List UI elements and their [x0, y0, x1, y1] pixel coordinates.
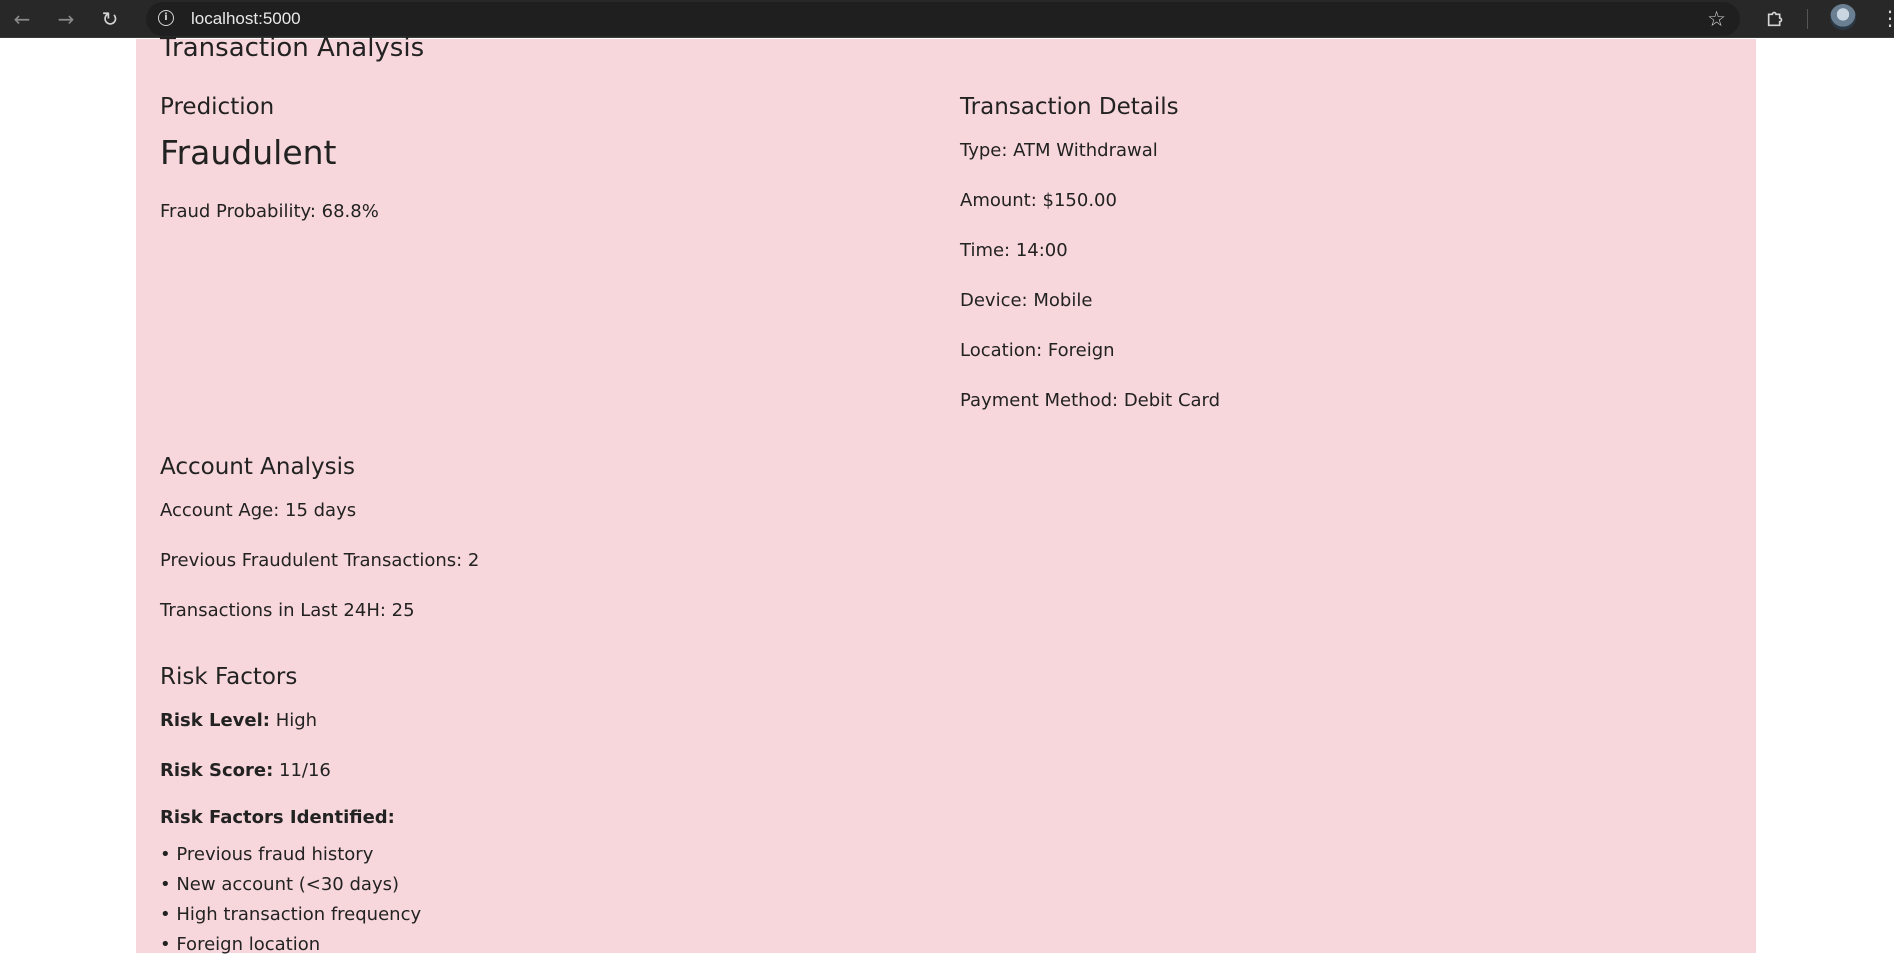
page-title: Transaction Analysis: [160, 33, 425, 63]
risk-level-label: Risk Level:: [160, 710, 270, 731]
detail-payment-method: Payment Method: Debit Card: [960, 390, 1221, 411]
forward-arrow-icon[interactable]: →: [54, 8, 78, 32]
detail-location: Location: Foreign: [960, 340, 1115, 361]
risk-factor-item: • New account (<30 days): [160, 874, 399, 895]
risk-factor-item: • Foreign location: [160, 934, 321, 955]
toolbar-divider: [1807, 9, 1808, 29]
risk-factors-heading: Risk Factors: [160, 664, 298, 690]
risk-score: Risk Score: 11/16: [160, 760, 331, 781]
transactions-last-24h: Transactions in Last 24H: 25: [160, 600, 415, 621]
url-text[interactable]: localhost:5000: [191, 8, 301, 30]
star-icon[interactable]: ☆: [1707, 6, 1726, 32]
transaction-details-heading: Transaction Details: [960, 94, 1179, 120]
risk-factor-item: • Previous fraud history: [160, 844, 374, 865]
info-icon[interactable]: i: [158, 10, 174, 26]
reload-icon[interactable]: ↻: [98, 8, 122, 32]
detail-time: Time: 14:00: [960, 240, 1068, 261]
analysis-panel: Transaction Analysis Prediction Fraudule…: [136, 33, 1756, 955]
risk-score-value: 11/16: [279, 760, 331, 781]
address-bar[interactable]: i localhost:5000 ☆: [146, 2, 1740, 36]
detail-type: Type: ATM Withdrawal: [960, 140, 1158, 161]
risk-level-value: High: [275, 710, 318, 731]
risk-level: Risk Level: High: [160, 710, 317, 731]
fraud-probability: Fraud Probability: 68.8%: [160, 201, 379, 222]
risk-score-label: Risk Score:: [160, 760, 274, 781]
account-analysis-heading: Account Analysis: [160, 454, 355, 480]
account-age: Account Age: 15 days: [160, 500, 357, 521]
risk-factors-identified-label: Risk Factors Identified:: [160, 807, 395, 828]
avatar[interactable]: [1830, 4, 1856, 30]
detail-device: Device: Mobile: [960, 290, 1093, 311]
previous-fraud-transactions: Previous Fraudulent Transactions: 2: [160, 550, 480, 571]
back-arrow-icon[interactable]: ←: [10, 8, 34, 32]
prediction-result: Fraudulent: [160, 133, 337, 172]
extensions-icon[interactable]: [1765, 7, 1787, 29]
risk-factor-item: • High transaction frequency: [160, 904, 422, 925]
detail-amount: Amount: $150.00: [960, 190, 1117, 211]
menu-icon[interactable]: ⋮: [1880, 6, 1894, 32]
prediction-heading: Prediction: [160, 94, 275, 120]
